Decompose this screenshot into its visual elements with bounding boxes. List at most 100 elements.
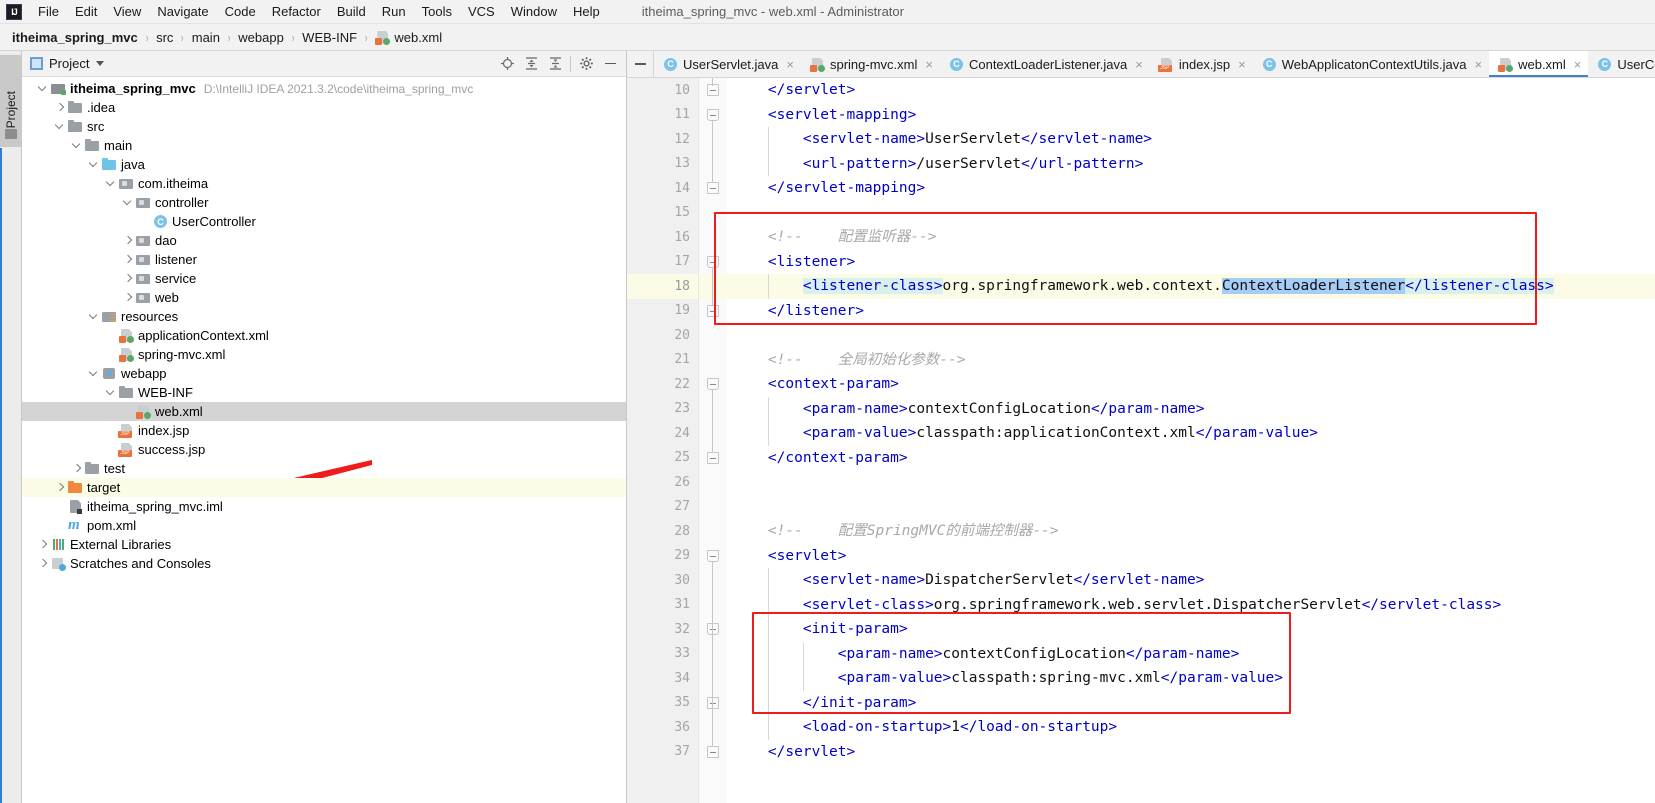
chevron-right-icon[interactable]: [72, 463, 83, 474]
chevron-down-icon[interactable]: [106, 178, 117, 189]
breadcrumb-item-1[interactable]: src: [156, 30, 173, 45]
menu-item-window[interactable]: Window: [503, 1, 565, 23]
chevron-down-icon[interactable]: [106, 387, 117, 398]
tree-item-target[interactable]: target: [22, 478, 626, 497]
tree-item-service[interactable]: service: [22, 269, 626, 288]
tree-item-external-libraries[interactable]: External Libraries: [22, 535, 626, 554]
tree-item-main[interactable]: main: [22, 136, 626, 155]
hide-panel-icon[interactable]: [598, 53, 622, 75]
chevron-right-icon[interactable]: [123, 273, 134, 284]
code-line[interactable]: [727, 470, 1655, 495]
tree-item-itheima-spring-mvc[interactable]: itheima_spring_mvc D:\IntelliJ IDEA 2021.…: [22, 79, 626, 98]
tree-item-resources[interactable]: resources: [22, 307, 626, 326]
editor-tab-bar[interactable]: UserServlet.java×spring-mvc.xml×ContextL…: [627, 51, 1655, 78]
code-line[interactable]: <param-name>contextConfigLocation</param…: [727, 396, 1655, 421]
project-tool-window-tab[interactable]: Project: [0, 55, 22, 147]
code-line[interactable]: <!-- 配置SpringMVC的前端控制器-->: [727, 519, 1655, 544]
breadcrumb-item-3[interactable]: webapp: [238, 30, 284, 45]
code-line[interactable]: <init-param>: [727, 617, 1655, 642]
menu-item-file[interactable]: File: [30, 1, 67, 23]
menu-item-view[interactable]: View: [105, 1, 149, 23]
menu-item-build[interactable]: Build: [329, 1, 374, 23]
breadcrumb-item-4[interactable]: WEB-INF: [302, 30, 357, 45]
close-tab-icon[interactable]: ×: [1574, 58, 1582, 71]
code-line[interactable]: [727, 201, 1655, 226]
fold-collapse-icon[interactable]: [707, 84, 719, 96]
fold-collapse-icon[interactable]: [707, 451, 719, 464]
code-line[interactable]: <param-name>contextConfigLocation</param…: [727, 641, 1655, 666]
tree-item-pom-xml[interactable]: pom.xml: [22, 516, 626, 535]
code-line[interactable]: [727, 323, 1655, 348]
menu-item-edit[interactable]: Edit: [67, 1, 105, 23]
tree-item-success-jsp[interactable]: success.jsp: [22, 440, 626, 459]
code-line[interactable]: <param-value>classpath:applicationContex…: [727, 421, 1655, 446]
chevron-right-icon[interactable]: [38, 539, 49, 550]
project-tree[interactable]: itheima_spring_mvc D:\IntelliJ IDEA 2021.…: [22, 77, 626, 803]
close-tab-icon[interactable]: ×: [1135, 58, 1143, 71]
tree-item-webapp[interactable]: webapp: [22, 364, 626, 383]
editor-tab-contextloaderlistener-java[interactable]: ContextLoaderListener.java ×: [940, 51, 1150, 77]
fold-expand-icon[interactable]: [707, 108, 719, 121]
code-line[interactable]: <!-- 配置监听器-->: [727, 225, 1655, 250]
code-line[interactable]: </listener>: [727, 299, 1655, 324]
chevron-down-icon[interactable]: [55, 121, 66, 132]
code-line[interactable]: </servlet-mapping>: [727, 176, 1655, 201]
tree-item-spring-mvc-xml[interactable]: spring-mvc.xml: [22, 345, 626, 364]
menu-item-code[interactable]: Code: [217, 1, 264, 23]
menu-item-vcs[interactable]: VCS: [460, 1, 503, 23]
settings-gear-icon[interactable]: [574, 53, 598, 75]
chevron-right-icon[interactable]: [123, 254, 134, 265]
fold-collapse-icon[interactable]: [707, 745, 719, 758]
code-line[interactable]: <listener>: [727, 250, 1655, 275]
fold-expand-icon[interactable]: [707, 623, 719, 635]
chevron-right-icon[interactable]: [55, 482, 66, 493]
tree-item-listener[interactable]: listener: [22, 250, 626, 269]
chevron-down-icon[interactable]: [89, 368, 100, 379]
tree-item-index-jsp[interactable]: index.jsp: [22, 421, 626, 440]
expand-all-icon[interactable]: [519, 53, 543, 75]
editor-tab-webapplicatoncontextutils-java[interactable]: WebApplicatonContextUtils.java ×: [1253, 51, 1489, 77]
code-line[interactable]: <servlet-name>UserServlet</servlet-name>: [727, 127, 1655, 152]
chevron-down-icon[interactable]: [38, 83, 49, 94]
chevron-right-icon[interactable]: [38, 558, 49, 569]
editor-tab-userco[interactable]: UserCo: [1588, 51, 1655, 77]
close-tab-icon[interactable]: ×: [1238, 58, 1246, 71]
hide-editor-tabs-icon[interactable]: [627, 51, 653, 77]
tree-item-com-itheima[interactable]: com.itheima: [22, 174, 626, 193]
code-editor[interactable]: </servlet> <servlet-mapping> <servlet-na…: [727, 78, 1655, 803]
code-line[interactable]: <servlet-class>org.springframework.web.s…: [727, 592, 1655, 617]
code-line[interactable]: </servlet>: [727, 740, 1655, 765]
tree-item-scratches-and-consoles[interactable]: Scratches and Consoles: [22, 554, 626, 573]
menu-bar[interactable]: File Edit View Navigate Code Refactor Build Run…: [30, 1, 608, 23]
menu-item-help[interactable]: Help: [565, 1, 608, 23]
editor-tab-spring-mvc-xml[interactable]: spring-mvc.xml ×: [801, 51, 940, 77]
breadcrumb-item-0[interactable]: itheima_spring_mvc: [12, 30, 138, 45]
tree-item-java[interactable]: java: [22, 155, 626, 174]
fold-collapse-icon[interactable]: [707, 182, 719, 194]
code-line[interactable]: <context-param>: [727, 372, 1655, 397]
collapse-all-icon[interactable]: [543, 53, 567, 75]
chevron-down-icon[interactable]: [96, 61, 105, 66]
tree-item-usercontroller[interactable]: UserController: [22, 212, 626, 231]
tree-item-web-inf[interactable]: WEB-INF: [22, 383, 626, 402]
tree-item-test[interactable]: test: [22, 459, 626, 478]
code-line[interactable]: <param-value>classpath:spring-mvc.xml</p…: [727, 666, 1655, 691]
close-tab-icon[interactable]: ×: [925, 58, 933, 71]
code-line[interactable]: <load-on-startup>1</load-on-startup>: [727, 715, 1655, 740]
chevron-right-icon[interactable]: [123, 235, 134, 246]
fold-expand-icon[interactable]: [707, 255, 719, 268]
tree-item-controller[interactable]: controller: [22, 193, 626, 212]
menu-item-tools[interactable]: Tools: [414, 1, 460, 23]
tree-item-web[interactable]: web: [22, 288, 626, 307]
menu-item-refactor[interactable]: Refactor: [264, 1, 329, 23]
chevron-down-icon[interactable]: [89, 159, 100, 170]
tree-item--idea[interactable]: .idea: [22, 98, 626, 117]
chevron-right-icon[interactable]: [123, 292, 134, 303]
menu-item-run[interactable]: Run: [374, 1, 414, 23]
chevron-down-icon[interactable]: [123, 197, 134, 208]
tree-item-web-xml[interactable]: web.xml: [22, 402, 626, 421]
editor-tab-web-xml[interactable]: web.xml ×: [1489, 51, 1589, 77]
code-line[interactable]: <!-- 全局初始化参数-->: [727, 348, 1655, 373]
code-folding-gutter[interactable]: [699, 78, 727, 803]
close-tab-icon[interactable]: ×: [1475, 58, 1483, 71]
